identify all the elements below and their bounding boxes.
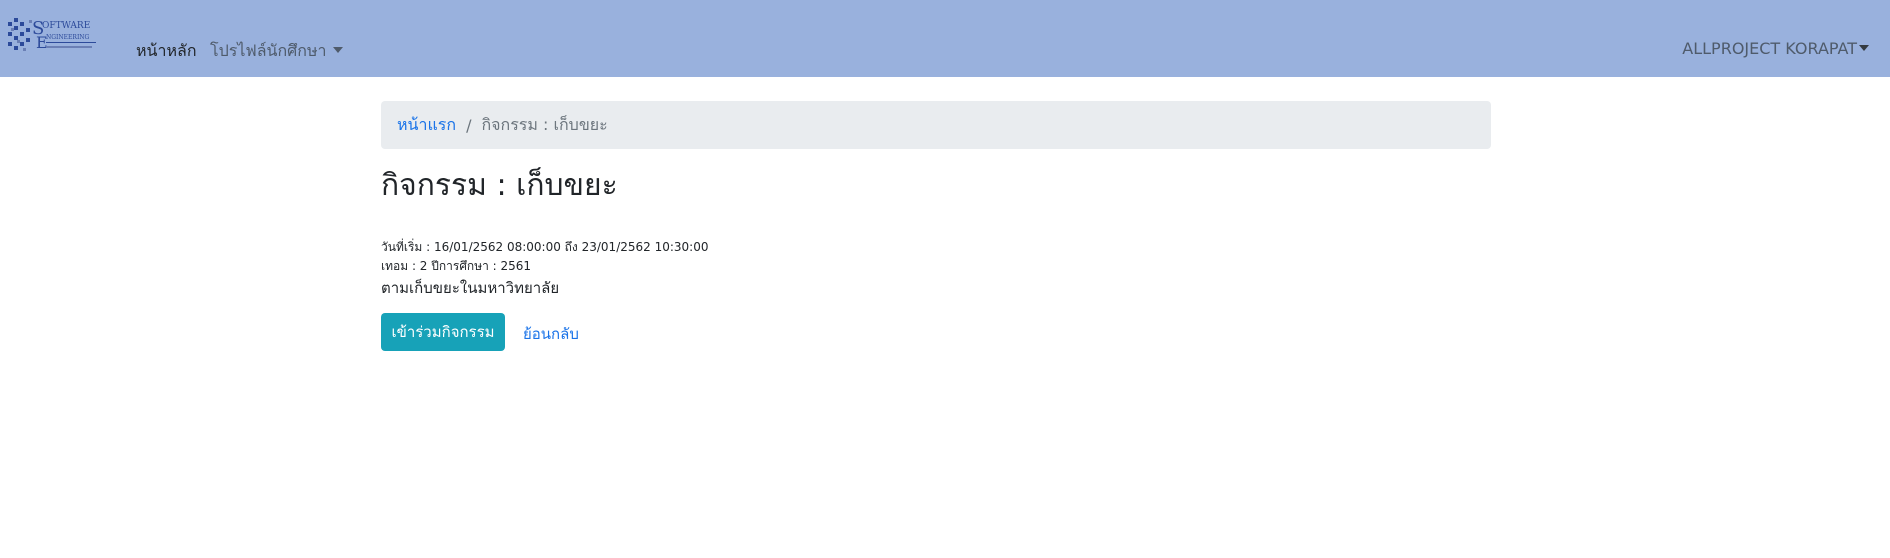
page-title: กิจกรรม : เก็บขยะ [381,168,618,203]
activity-date-range: วันที่เริ่ม : 16/01/2562 08:00:00 ถึง 23… [381,240,709,254]
nav-profile-dropdown[interactable]: โปรไฟล์นักศึกษา [210,39,343,64]
top-navbar: S OFTWARE E NGINEERING หน้าหลัก โปรไฟล์น… [0,0,1890,77]
breadcrumb-separator: / [466,115,472,135]
nav-home-link[interactable]: หน้าหลัก [136,39,197,64]
breadcrumb-current: กิจกรรม : เก็บขยะ [481,114,608,134]
user-menu-dropdown[interactable]: ALLPROJECT KORAPAT [1682,39,1869,58]
software-engineering-logo[interactable]: S OFTWARE E NGINEERING [6,12,98,56]
logo-mark-icon: S OFTWARE E NGINEERING [8,18,96,52]
activity-description: ตามเก็บขยะในมหาวิทยาลัย [381,279,560,297]
svg-text:NGINEERING: NGINEERING [46,34,90,41]
caret-down-icon [332,47,343,53]
join-activity-button[interactable]: เข้าร่วมกิจกรรม [381,313,505,351]
caret-down-icon [1859,45,1869,51]
nav-profile-label: โปรไฟล์นักศึกษา [210,41,327,60]
breadcrumb-home-link[interactable]: หน้าแรก [397,113,456,138]
svg-text:OFTWARE: OFTWARE [42,21,90,31]
user-name-label: ALLPROJECT KORAPAT [1682,39,1857,58]
breadcrumb: หน้าแรก / กิจกรรม : เก็บขยะ [381,101,1491,149]
activity-term: เทอม : 2 ปีการศึกษา : 2561 [381,259,532,273]
back-link[interactable]: ย้อนกลับ [523,322,579,346]
